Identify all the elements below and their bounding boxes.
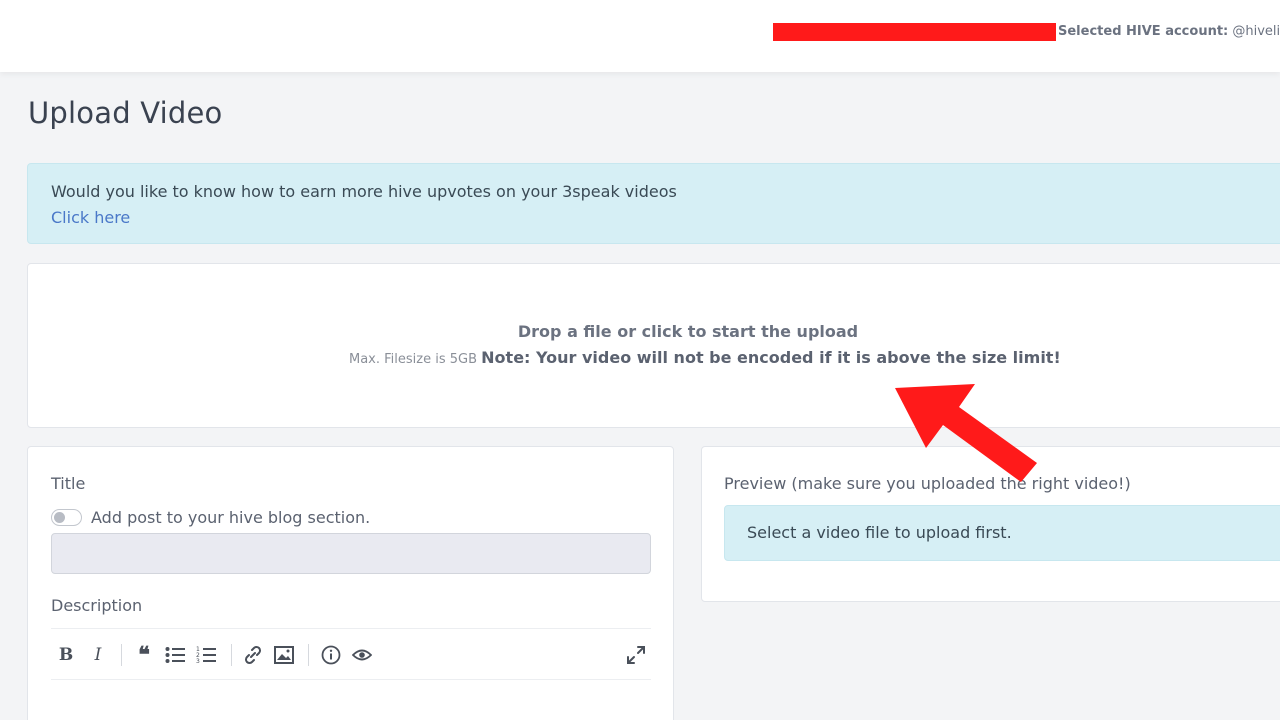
- toolbar-divider: [231, 644, 232, 666]
- annotation-arrow-icon: [895, 384, 1037, 482]
- video-details-card: Title Add post to your hive blog section…: [27, 446, 674, 720]
- title-label: Title: [51, 474, 86, 493]
- italic-icon[interactable]: I: [86, 643, 110, 667]
- size-limit-note: Note: Your video will not be encoded if …: [481, 348, 1061, 367]
- preview-message-box: Select a video file to upload first.: [724, 505, 1280, 561]
- blog-toggle[interactable]: [51, 509, 82, 526]
- preview-icon[interactable]: [350, 643, 374, 667]
- title-input[interactable]: [51, 533, 651, 574]
- upload-dropzone[interactable]: Drop a file or click to start the upload…: [27, 263, 1280, 428]
- fullscreen-icon[interactable]: [624, 643, 648, 667]
- quote-icon[interactable]: ❝: [132, 642, 156, 668]
- info-alert: Would you like to know how to earn more …: [27, 163, 1280, 244]
- page-title: Upload Video: [28, 96, 223, 130]
- preview-message: Select a video file to upload first.: [747, 523, 1012, 542]
- blog-toggle-label: Add post to your hive blog section.: [91, 508, 371, 527]
- dropzone-note: Max. Filesize is 5GB Note: Your video wi…: [349, 348, 1061, 367]
- bold-icon[interactable]: B: [54, 643, 78, 667]
- toolbar-divider: [121, 644, 122, 666]
- alert-text: Would you like to know how to earn more …: [51, 182, 677, 201]
- max-filesize-text: Max. Filesize is 5GB: [349, 352, 478, 367]
- account-value: @hivelingo: [1232, 24, 1280, 39]
- link-icon[interactable]: [241, 643, 265, 667]
- description-label: Description: [51, 596, 143, 615]
- toolbar-divider: [308, 644, 309, 666]
- unordered-list-icon[interactable]: [163, 643, 187, 667]
- image-icon[interactable]: [272, 643, 296, 667]
- svg-text:3: 3: [196, 658, 200, 664]
- blog-toggle-row: Add post to your hive blog section.: [51, 508, 370, 527]
- redaction-bar: [773, 23, 1056, 41]
- markdown-toolbar: B I ❝ 123: [51, 628, 651, 680]
- dropzone-title: Drop a file or click to start the upload: [517, 322, 859, 341]
- account-label: Selected HIVE account:: [1058, 24, 1229, 39]
- guide-icon[interactable]: [319, 643, 343, 667]
- click-here-link[interactable]: Click here: [51, 205, 130, 231]
- selected-account[interactable]: Selected HIVE account: @hivelingo: [1058, 23, 1280, 41]
- top-navbar: Selected HIVE account: @hivelingo: [0, 0, 1280, 72]
- ordered-list-icon[interactable]: 123: [194, 643, 218, 667]
